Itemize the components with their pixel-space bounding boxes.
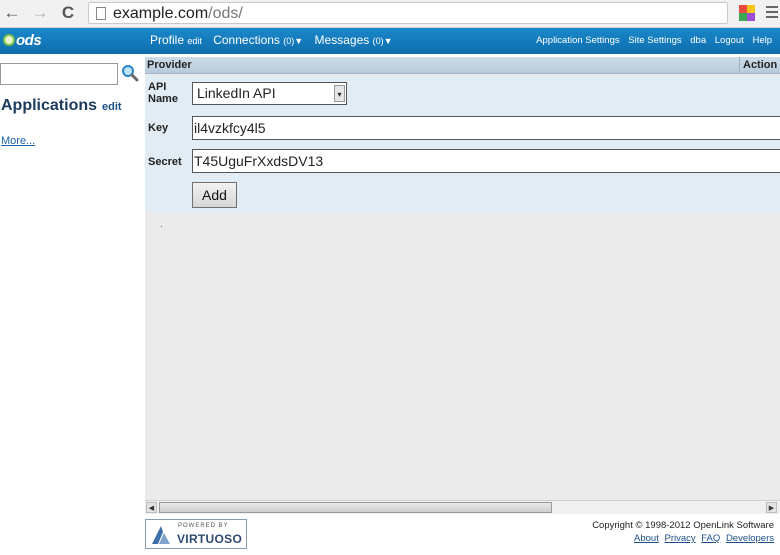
nav-profile-label: Profile — [150, 33, 185, 47]
copyright-text: Copyright © 1998-2012 OpenLink Software — [592, 520, 774, 531]
browser-toolbar: ← → C example.com/ods/ — [0, 0, 780, 28]
link-site-settings[interactable]: Site Settings — [628, 35, 681, 46]
add-button[interactable]: Add — [192, 182, 237, 208]
scrollbar-thumb[interactable] — [159, 502, 552, 513]
logo-text: ods — [16, 32, 42, 49]
nav-messages[interactable]: Messages (0)▼ — [315, 33, 393, 47]
footer-link-faq[interactable]: FAQ — [701, 533, 720, 544]
back-arrow-icon[interactable]: ← — [2, 3, 22, 23]
search-icon[interactable] — [121, 64, 139, 82]
scroll-right-arrow-icon[interactable]: ▶ — [766, 502, 777, 513]
applications-edit-link[interactable]: edit — [102, 101, 122, 113]
footer-link-about[interactable]: About — [634, 533, 659, 544]
placeholder-dot: . — [160, 219, 163, 230]
nav-connections-count: (0) — [283, 36, 295, 46]
nav-messages-label: Messages — [314, 33, 370, 47]
link-help[interactable]: Help — [752, 35, 772, 46]
browser-menu-icon[interactable] — [766, 6, 778, 20]
more-link[interactable]: More... — [1, 135, 35, 147]
url-text: example.com/ods/ — [113, 4, 243, 24]
chevron-down-icon[interactable]: ▼ — [294, 36, 303, 46]
horizontal-scrollbar[interactable]: ◀ ▶ — [145, 500, 780, 514]
nav-profile[interactable]: Profile edit — [150, 33, 202, 47]
badge-powered-text: POWERED BY — [178, 523, 229, 529]
secret-label: Secret — [148, 156, 182, 168]
column-provider: Provider — [147, 59, 192, 71]
dropdown-arrow-icon[interactable]: ▾ — [334, 85, 345, 102]
url-path: /ods/ — [208, 5, 243, 22]
footer-link-developers[interactable]: Developers — [726, 533, 774, 544]
url-host: example.com — [113, 5, 209, 22]
api-name-selected: LinkedIn API — [197, 85, 276, 101]
badge-name-text: VIRTUOSO — [177, 532, 243, 546]
top-links: Application Settings Site Settings dba L… — [530, 35, 772, 46]
extension-cube-icon[interactable] — [738, 4, 756, 22]
virtuoso-logo-icon — [152, 526, 170, 544]
app-header: ods Profile edit Connections (0)▼ Messag… — [0, 28, 780, 54]
nav-profile-edit[interactable]: edit — [187, 36, 202, 46]
applications-title: Applications — [1, 97, 98, 114]
table-header: Provider Action — [145, 57, 780, 74]
column-action: Action — [739, 57, 777, 74]
page-icon — [96, 7, 106, 20]
footer-links: About Privacy FAQ Developers — [631, 533, 774, 544]
search-input[interactable] — [0, 63, 118, 85]
top-nav: Profile edit Connections (0)▼ Messages (… — [150, 33, 401, 47]
link-user-dba[interactable]: dba — [690, 35, 706, 46]
address-bar[interactable]: example.com/ods/ — [88, 2, 728, 24]
secret-field[interactable]: T45UguFrXxdsDV13 — [192, 149, 780, 173]
nav-connections[interactable]: Connections (0)▼ — [213, 33, 303, 47]
link-logout[interactable]: Logout — [715, 35, 744, 46]
powered-by-virtuoso-badge[interactable]: POWERED BY VIRTUOSO — [145, 519, 247, 549]
api-name-label: API Name — [148, 81, 178, 105]
scroll-left-arrow-icon[interactable]: ◀ — [146, 502, 157, 513]
logo-mark-icon — [3, 34, 15, 46]
applications-heading: Applications edit — [1, 97, 122, 115]
forward-arrow-icon[interactable]: → — [30, 3, 50, 23]
footer-link-privacy[interactable]: Privacy — [664, 533, 695, 544]
reload-icon[interactable]: C — [58, 3, 78, 23]
nav-messages-count: (0) — [372, 36, 384, 46]
ods-logo[interactable]: ods — [3, 32, 42, 49]
key-field[interactable]: il4vzkfcy4l5 — [192, 116, 780, 140]
api-name-select[interactable]: LinkedIn API ▾ — [192, 82, 347, 105]
key-label: Key — [148, 122, 169, 134]
chevron-down-icon[interactable]: ▼ — [384, 36, 393, 46]
nav-connections-label: Connections — [213, 33, 280, 47]
link-application-settings[interactable]: Application Settings — [536, 35, 619, 46]
